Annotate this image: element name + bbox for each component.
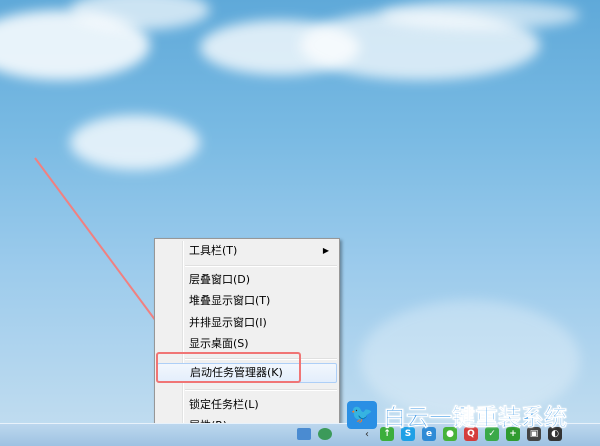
twitter-bird-icon: 🐦 <box>347 401 377 429</box>
menu-separator <box>185 265 337 267</box>
annotation-highlight-box <box>156 352 301 383</box>
menu-item-side-by-side[interactable]: 并排显示窗口(I) <box>157 313 337 333</box>
menu-item-label: 并排显示窗口(I) <box>189 316 267 329</box>
menu-item-show-desktop[interactable]: 显示桌面(S) <box>157 334 337 354</box>
menu-separator <box>185 389 337 391</box>
submenu-arrow-icon: ▶ <box>322 246 329 255</box>
menu-item-lock-taskbar[interactable]: 锁定任务栏(L) <box>157 395 337 415</box>
menu-item-cascade-windows[interactable]: 层叠窗口(D) <box>157 270 337 290</box>
taskbar-app-icon[interactable] <box>297 428 311 440</box>
watermark-text: 白云一键重装系统 <box>383 405 568 432</box>
taskbar-app-icon[interactable] <box>318 428 332 440</box>
menu-item-toolbars[interactable]: 工具栏(T) ▶ <box>157 241 337 261</box>
menu-item-label: 层叠窗口(D) <box>189 273 251 286</box>
menu-item-label: 工具栏(T) <box>189 244 238 257</box>
menu-item-label: 锁定任务栏(L) <box>189 398 259 411</box>
menu-item-label: 显示桌面(S) <box>189 337 249 350</box>
menu-item-stack-windows[interactable]: 堆叠显示窗口(T) <box>157 291 337 311</box>
menu-item-label: 堆叠显示窗口(T) <box>189 294 271 307</box>
tray-expand-icon[interactable]: ‹ <box>365 429 369 440</box>
taskbar-context-menu: 工具栏(T) ▶ 层叠窗口(D) 堆叠显示窗口(T) 并排显示窗口(I) 显示桌… <box>154 238 340 438</box>
watermark: 🐦 白云一键重装系统 <box>347 400 568 432</box>
